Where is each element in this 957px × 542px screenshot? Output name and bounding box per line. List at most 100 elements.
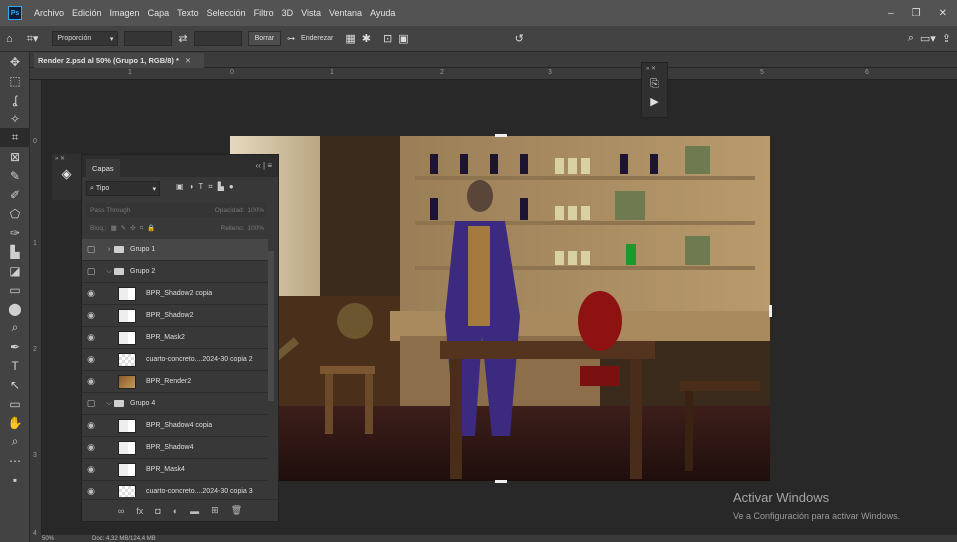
eye-icon[interactable]: ◉ — [82, 420, 100, 431]
close-icon[interactable]: ✕ — [939, 8, 947, 19]
layer-row[interactable]: ◉ BPR_Render2 — [82, 371, 268, 393]
share-icon[interactable]: ⇪ — [942, 32, 951, 45]
clear-button[interactable]: Borrar — [247, 31, 282, 46]
layers-dock-icon[interactable]: ◈ — [52, 166, 81, 182]
add-mask-icon[interactable]: ◘ — [155, 506, 160, 516]
eye-icon[interactable]: ◉ — [82, 310, 100, 321]
straighten-icon[interactable]: ⊶ — [287, 34, 295, 43]
settings-gear-icon[interactable]: ✱ — [362, 32, 371, 45]
menu-item-7[interactable]: 3D — [278, 8, 298, 18]
canvas-image[interactable] — [230, 136, 770, 481]
eye-icon[interactable]: ◉ — [82, 376, 100, 387]
width-field[interactable] — [124, 31, 173, 46]
layer-row[interactable]: ◉ BPR_Shadow4 copia — [82, 415, 268, 437]
chevron-down-icon[interactable]: ⌵ — [104, 268, 114, 276]
eye-icon[interactable]: ◉ — [82, 332, 100, 343]
crop-handle-top[interactable] — [495, 134, 507, 137]
ratio-select[interactable]: Proporción ▾ — [52, 31, 119, 46]
eraser-tool-icon[interactable]: ◪ — [0, 261, 30, 280]
eye-icon[interactable]: ◉ — [82, 288, 100, 299]
minimize-icon[interactable]: – — [888, 8, 894, 19]
swap-icon[interactable]: ⇄ — [178, 32, 187, 45]
more-tool-icon[interactable]: ⋯ — [0, 451, 30, 470]
tab-close-icon[interactable]: ✕ — [185, 56, 191, 65]
layers-scrollbar[interactable] — [268, 251, 274, 401]
chevron-right-icon[interactable]: › — [104, 246, 114, 253]
height-field[interactable] — [193, 31, 242, 46]
fill-value[interactable]: 100% — [247, 225, 266, 232]
filter-icons[interactable]: ▣◑T⌗▙● — [176, 182, 239, 192]
move-tool-icon[interactable]: ✥ — [0, 52, 30, 71]
magic-wand-tool-icon[interactable]: ✧ — [0, 109, 30, 128]
play-icon[interactable]: ▶ — [642, 95, 667, 108]
adjustment-layer-icon[interactable]: ◐ — [173, 506, 178, 516]
path-select-tool-icon[interactable]: ↖ — [0, 375, 30, 394]
gradient-tool-icon[interactable]: ▭ — [0, 280, 30, 299]
eye-icon[interactable]: ◉ — [82, 486, 100, 497]
frame-tool-icon[interactable]: ⊠ — [0, 147, 30, 166]
menu-item-5[interactable]: Selección — [203, 8, 250, 18]
restore-icon[interactable]: ❐ — [912, 8, 921, 19]
menu-item-9[interactable]: Ventana — [325, 8, 366, 18]
search-icon[interactable]: ⌕ — [908, 32, 914, 45]
workspace-icon[interactable]: ▭▾ — [920, 32, 936, 45]
new-group-icon[interactable]: ▬ — [190, 506, 199, 516]
menu-item-3[interactable]: Capa — [144, 8, 174, 18]
reset-icon[interactable]: ↺ — [515, 32, 524, 45]
blend-mode-select[interactable]: Pass Through — [90, 207, 130, 214]
panel-collapse-icon[interactable]: » ✕ — [642, 63, 667, 74]
layer-row[interactable]: ◉ cuarto-concreto....2024-30 copia 3 — [82, 481, 268, 497]
delete-cropped-icon[interactable]: ⊡ — [383, 32, 392, 45]
crop-handle-right[interactable] — [769, 305, 772, 317]
dodge-tool-icon[interactable]: ⌕ — [0, 318, 30, 337]
menu-item-8[interactable]: Vista — [297, 8, 325, 18]
layer-row[interactable]: ◉ BPR_Shadow4 — [82, 437, 268, 459]
shape-tool-icon[interactable]: ▭ — [0, 394, 30, 413]
eye-icon[interactable]: ◉ — [82, 442, 100, 453]
history-brush-tool-icon[interactable]: ▙ — [0, 242, 30, 261]
marquee-tool-icon[interactable]: ⬚ — [0, 71, 30, 90]
hand-tool-icon[interactable]: ✋ — [0, 413, 30, 432]
eyedropper-tool-icon[interactable]: ✎ — [0, 166, 30, 185]
layer-row[interactable]: ▢ ⌵ Grupo 4 — [82, 393, 268, 415]
visibility-toggle[interactable]: ▢ — [82, 266, 100, 277]
tab-layers[interactable]: Capas — [86, 159, 120, 177]
trash-icon[interactable]: 🗑 — [231, 505, 242, 516]
new-layer-icon[interactable]: ⊞ — [211, 505, 219, 516]
layer-filter-select[interactable]: ⌕ Tipo ▾ — [86, 181, 160, 196]
healing-tool-icon[interactable]: ✐ — [0, 185, 30, 204]
fx-icon[interactable]: fx — [136, 506, 143, 516]
crop-tool-icon[interactable]: ⌗▾ — [27, 32, 39, 46]
content-aware-icon[interactable]: ▣ — [398, 32, 408, 45]
pen-tool-icon[interactable]: ✒ — [0, 337, 30, 356]
layer-row[interactable]: ◉ BPR_Mask2 — [82, 327, 268, 349]
layer-row[interactable]: ◉ cuarto-concreto....2024-30 copia 2 — [82, 349, 268, 371]
lock-icons[interactable]: ▦✎✣⌗🔒 — [111, 224, 160, 233]
opacity-value[interactable]: 100% — [247, 207, 266, 214]
menu-item-10[interactable]: Ayuda — [366, 8, 399, 18]
straighten-label[interactable]: Enderezar — [301, 35, 333, 42]
zoom-tool-icon[interactable]: ⌕ — [0, 432, 30, 451]
blur-tool-icon[interactable]: ⬤ — [0, 299, 30, 318]
layer-row[interactable]: ▢ › Grupo 1 — [82, 239, 268, 261]
visibility-toggle[interactable]: ▢ — [82, 398, 100, 409]
document-tab[interactable]: Render 2.psd al 50% (Grupo 1, RGB/8) * ✕ — [34, 53, 204, 68]
layer-row[interactable]: ▢ ⌵ Grupo 2 — [82, 261, 268, 283]
color-tool-icon[interactable]: ▪ — [0, 470, 30, 489]
visibility-toggle[interactable]: ▢ — [82, 244, 100, 255]
menu-item-2[interactable]: Imagen — [106, 8, 144, 18]
zoom-level[interactable]: 50% — [42, 536, 54, 542]
grid-overlay-icon[interactable]: ▦ — [345, 32, 355, 45]
layer-row[interactable]: ◉ BPR_Mask4 — [82, 459, 268, 481]
menu-item-0[interactable]: Archivo — [30, 8, 68, 18]
menu-item-1[interactable]: Edición — [68, 8, 106, 18]
eye-icon[interactable]: ◉ — [82, 354, 100, 365]
layer-row[interactable]: ◉ BPR_Shadow2 copia — [82, 283, 268, 305]
menu-item-6[interactable]: Filtro — [250, 8, 278, 18]
chevron-down-icon[interactable]: ⌵ — [104, 400, 114, 408]
menu-item-4[interactable]: Texto — [173, 8, 203, 18]
crop-handle-bottom[interactable] — [495, 480, 507, 483]
stamp-tool-icon[interactable]: ✑ — [0, 223, 30, 242]
eye-icon[interactable]: ◉ — [82, 464, 100, 475]
brush-tool-icon[interactable]: ⬠ — [0, 204, 30, 223]
